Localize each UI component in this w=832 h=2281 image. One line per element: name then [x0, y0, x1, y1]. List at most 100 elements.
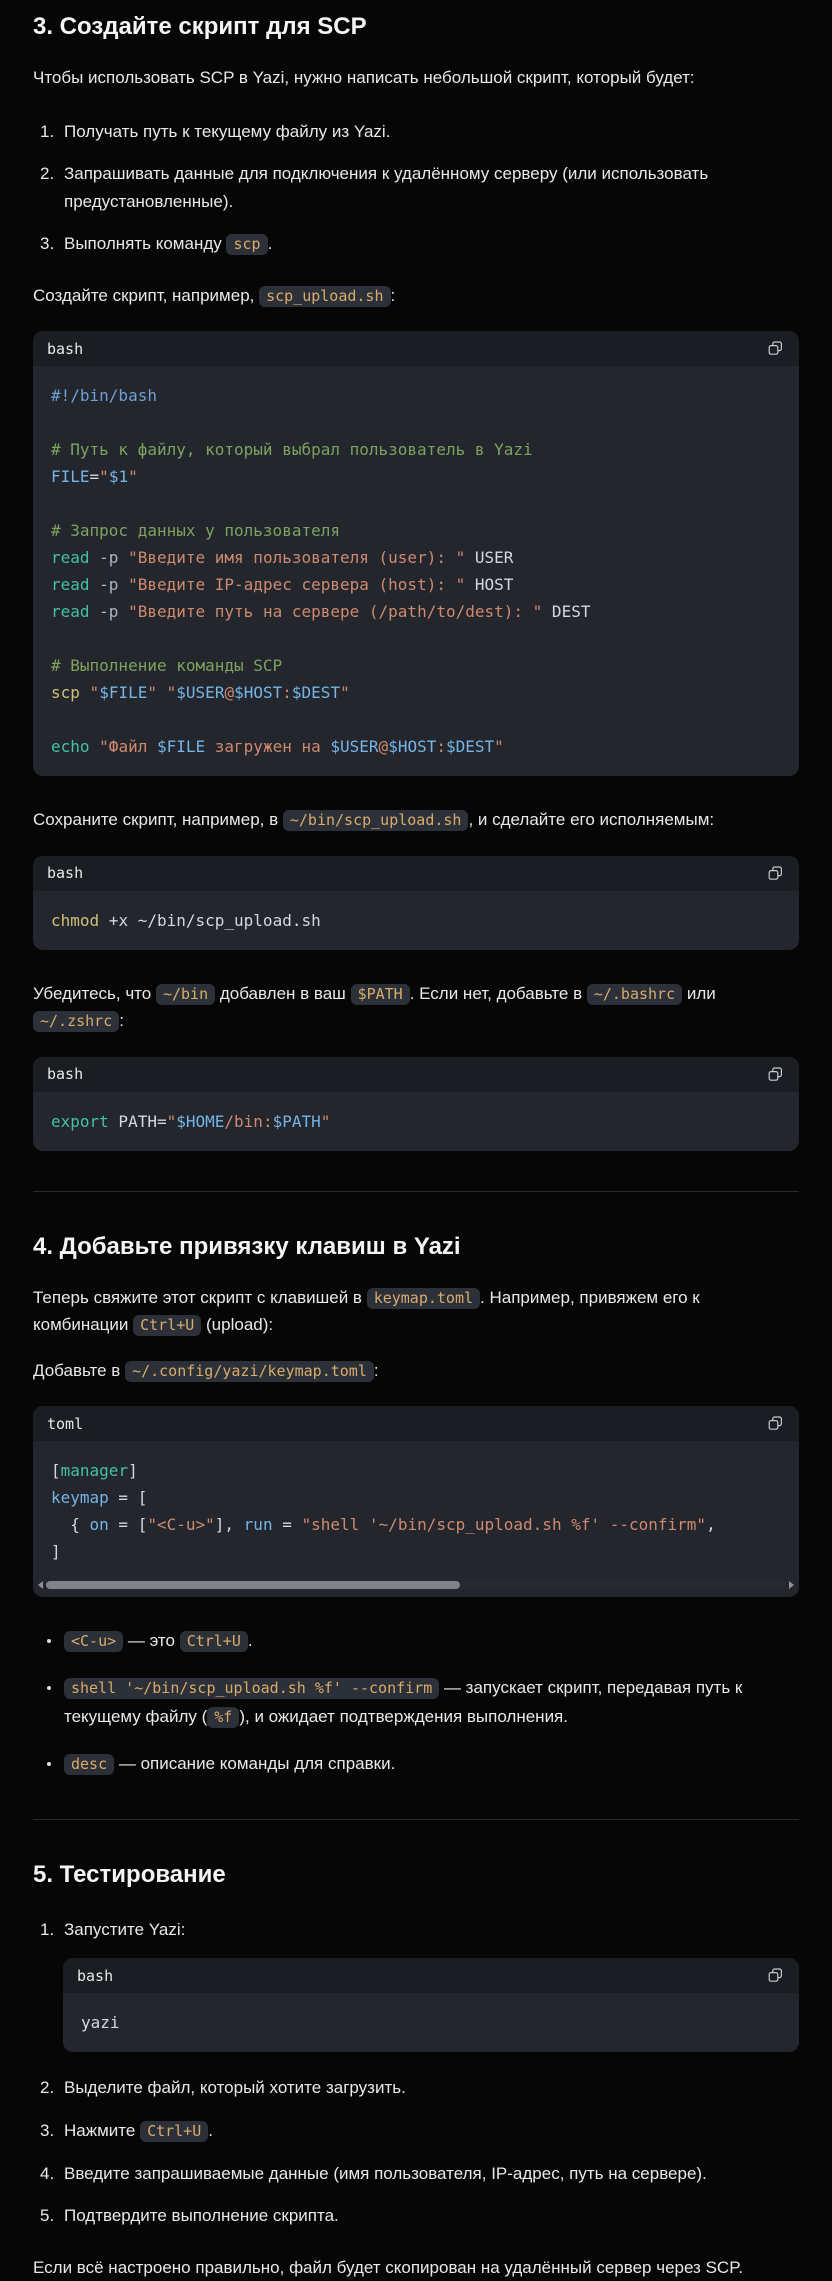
- code-line: [51, 409, 781, 436]
- code-content: [manager]keymap = [ { on = ["<C-u>"], ru…: [33, 1441, 799, 1581]
- create-script-paragraph: Создайте скрипт, например, scp_upload.sh…: [33, 282, 799, 310]
- code-block-keymap-toml: toml [manager]keymap = [ { on = ["<C-u>"…: [33, 1406, 799, 1597]
- code-token: =: [273, 1515, 302, 1534]
- bullet-icon: [47, 1686, 51, 1690]
- code-token: +x ~/bin/scp_upload.sh: [99, 911, 321, 930]
- code-token: -p: [99, 602, 118, 621]
- inline-code: ~/bin/scp_upload.sh: [283, 810, 469, 831]
- code-token: = [: [109, 1515, 148, 1534]
- code-token: $HOST: [388, 737, 436, 756]
- code-line: # Запрос данных у пользователя: [51, 517, 781, 544]
- horizontal-scrollbar[interactable]: [33, 1581, 799, 1597]
- code-token: "Введите имя пользователя (user): ": [128, 548, 465, 567]
- code-line: read -p "Введите имя пользователя (user)…: [51, 544, 781, 571]
- text-segment: или: [682, 984, 716, 1003]
- code-token: $DEST: [446, 737, 494, 756]
- code-content: chmod +x ~/bin/scp_upload.sh: [33, 891, 799, 950]
- text-segment: Создайте скрипт, например,: [33, 286, 259, 305]
- copy-icon: [768, 1968, 783, 1983]
- code-token: manager: [61, 1461, 128, 1480]
- code-language-label: toml: [47, 1415, 83, 1433]
- list-item: 2. Выделите файл, который хотите загрузи…: [33, 2074, 799, 2102]
- text-segment: .: [248, 1631, 253, 1650]
- code-block-scp-script: bash #!/bin/bash # Путь к файлу, который…: [33, 331, 799, 776]
- inline-code: ~/.config/yazi/keymap.toml: [125, 1361, 374, 1382]
- code-token: echo: [51, 737, 90, 756]
- text-segment: Получать путь к текущему файлу из Yazi.: [64, 122, 390, 141]
- scroll-left-arrow-icon[interactable]: [38, 1581, 43, 1589]
- section-3-intro: Чтобы использовать SCP в Yazi, нужно нап…: [33, 64, 799, 92]
- code-line: { on = ["<C-u>"], run = "shell '~/bin/sc…: [51, 1511, 781, 1538]
- list-item-text: Запрашивать данные для подключения к уда…: [64, 160, 799, 215]
- scroll-right-arrow-icon[interactable]: [789, 1581, 794, 1589]
- section-3-steps-list: 1. Получать путь к текущему файлу из Yaz…: [33, 118, 799, 258]
- list-item-text: Выделите файл, который хотите загрузить.: [64, 2074, 799, 2102]
- list-item-text: Введите запрашиваемые данные (имя пользо…: [64, 2160, 799, 2188]
- text-segment: , и сделайте его исполняемым:: [468, 810, 714, 829]
- closing-paragraph: Если всё настроено правильно, файл будет…: [33, 2254, 799, 2281]
- code-token: @: [224, 683, 234, 702]
- list-item-text: <C-u> — это Ctrl+U.: [64, 1627, 799, 1656]
- list-item-number: 4.: [40, 2160, 64, 2188]
- bullet-icon: [47, 1639, 51, 1643]
- code-token: keymap: [51, 1488, 109, 1507]
- copy-icon: [768, 1416, 783, 1431]
- copy-code-button[interactable]: [766, 1414, 785, 1433]
- code-token: ,: [706, 1515, 716, 1534]
- text-segment: Подтвердите выполнение скрипта.: [64, 2206, 339, 2225]
- code-token: $USER: [176, 683, 224, 702]
- inline-code: scp_upload.sh: [259, 286, 390, 307]
- code-token: "Введите IP-адрес сервера (host): ": [128, 575, 465, 594]
- list-item: 5. Подтвердите выполнение скрипта.: [33, 2202, 799, 2230]
- code-line: echo "Файл $FILE загружен на $USER@$HOST…: [51, 733, 781, 760]
- code-token: yazi: [81, 2013, 120, 2032]
- section-divider: [33, 1191, 799, 1192]
- code-token: # Выполнение команды SCP: [51, 656, 282, 675]
- list-item: 1. Запустите Yazi:: [33, 1916, 799, 1944]
- list-item-text: Подтвердите выполнение скрипта.: [64, 2202, 799, 2230]
- code-line: [51, 625, 781, 652]
- text-segment: (upload):: [201, 1315, 273, 1334]
- section-divider: [33, 1819, 799, 1820]
- code-token: = [: [109, 1488, 148, 1507]
- list-item-number: 2.: [40, 2074, 64, 2102]
- list-item: 4. Введите запрашиваемые данные (имя пол…: [33, 2160, 799, 2188]
- code-block-export-path: bash export PATH="$HOME/bin:$PATH": [33, 1057, 799, 1151]
- code-token: "shell '~/bin/scp_upload.sh %f' --confir…: [301, 1515, 706, 1534]
- text-segment: :: [374, 1361, 379, 1380]
- code-token: run: [244, 1515, 273, 1534]
- code-block-header: bash: [33, 856, 799, 891]
- copy-code-button[interactable]: [766, 1966, 785, 1985]
- code-token: $USER: [330, 737, 378, 756]
- inline-code: ~/bin: [156, 984, 215, 1005]
- code-token: ]: [128, 1461, 138, 1480]
- copy-code-button[interactable]: [766, 1065, 785, 1084]
- section-5-heading: 5. Тестирование: [33, 1860, 799, 1890]
- text-segment: .: [208, 2121, 213, 2140]
- code-token: ": [128, 467, 138, 486]
- text-segment: Добавьте в: [33, 1361, 125, 1380]
- scrollbar-track[interactable]: [46, 1581, 786, 1589]
- code-token: @: [379, 737, 389, 756]
- text-segment: Введите запрашиваемые данные (имя пользо…: [64, 2164, 707, 2183]
- scrollbar-thumb[interactable]: [46, 1581, 460, 1589]
- code-line: keymap = [: [51, 1484, 781, 1511]
- code-line: [51, 706, 781, 733]
- code-token: ": [321, 1112, 331, 1131]
- copy-code-button[interactable]: [766, 864, 785, 883]
- list-item: 3. Выполнять команду scp.: [33, 230, 799, 258]
- code-token: ": [340, 683, 350, 702]
- copy-code-button[interactable]: [766, 339, 785, 358]
- text-segment: Теперь свяжите этот скрипт с клавишей в: [33, 1288, 367, 1307]
- text-segment: Если всё настроено правильно, файл будет…: [33, 2258, 743, 2277]
- code-token: $1: [109, 467, 128, 486]
- code-content: export PATH="$HOME/bin:$PATH": [33, 1092, 799, 1151]
- code-line: export PATH="$HOME/bin:$PATH": [51, 1108, 781, 1135]
- code-token: $FILE: [99, 683, 147, 702]
- inline-code: Ctrl+U: [140, 2121, 208, 2142]
- text-segment: :: [391, 286, 396, 305]
- code-token: "<C-u>": [147, 1515, 214, 1534]
- code-line: # Выполнение команды SCP: [51, 652, 781, 679]
- code-token: [118, 602, 128, 621]
- code-line: # Путь к файлу, который выбрал пользоват…: [51, 436, 781, 463]
